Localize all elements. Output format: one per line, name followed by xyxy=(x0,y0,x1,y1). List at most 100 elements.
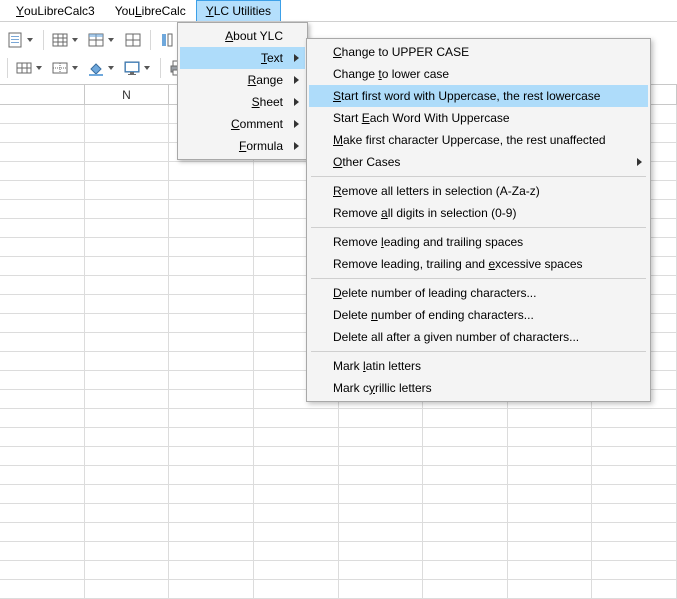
submenu-item[interactable]: Delete number of leading characters... xyxy=(309,282,648,304)
cell[interactable] xyxy=(169,485,254,504)
toolbar-fill-icon[interactable] xyxy=(85,56,119,80)
submenu-item[interactable]: Other Cases xyxy=(309,151,648,173)
cell[interactable] xyxy=(85,162,170,181)
cell[interactable] xyxy=(0,200,85,219)
cell[interactable] xyxy=(169,257,254,276)
cell[interactable] xyxy=(254,466,339,485)
cell[interactable] xyxy=(339,485,424,504)
cell[interactable] xyxy=(423,542,508,561)
cell[interactable] xyxy=(0,523,85,542)
cell[interactable] xyxy=(254,542,339,561)
menu-item[interactable]: Range xyxy=(180,69,305,91)
cell[interactable] xyxy=(339,542,424,561)
cell[interactable] xyxy=(254,447,339,466)
cell[interactable] xyxy=(85,333,170,352)
cell[interactable] xyxy=(85,447,170,466)
cell[interactable] xyxy=(169,466,254,485)
toolbar-table-icon[interactable] xyxy=(13,56,47,80)
cell[interactable] xyxy=(339,580,424,599)
cell[interactable] xyxy=(85,124,170,143)
cell[interactable] xyxy=(592,504,677,523)
cell[interactable] xyxy=(0,466,85,485)
cell[interactable] xyxy=(0,181,85,200)
cell[interactable] xyxy=(85,219,170,238)
cell[interactable] xyxy=(592,428,677,447)
cell[interactable] xyxy=(169,390,254,409)
cell[interactable] xyxy=(85,428,170,447)
cell[interactable] xyxy=(0,352,85,371)
menu-item[interactable]: About YLC xyxy=(180,25,305,47)
cell[interactable] xyxy=(508,428,593,447)
cell[interactable] xyxy=(85,523,170,542)
cell[interactable] xyxy=(169,428,254,447)
cell[interactable] xyxy=(423,485,508,504)
cell[interactable] xyxy=(85,485,170,504)
cell[interactable] xyxy=(0,238,85,257)
submenu-item[interactable]: Remove leading, trailing and excessive s… xyxy=(309,253,648,275)
cell[interactable] xyxy=(339,409,424,428)
cell[interactable] xyxy=(423,466,508,485)
menu-item[interactable]: Formula xyxy=(180,135,305,157)
cell[interactable] xyxy=(169,181,254,200)
toolbar-borders-icon[interactable] xyxy=(49,56,83,80)
cell[interactable] xyxy=(169,276,254,295)
cell[interactable] xyxy=(339,561,424,580)
menubar-item[interactable]: YouLibreCalc xyxy=(105,0,196,21)
cell[interactable] xyxy=(169,371,254,390)
cell[interactable] xyxy=(0,162,85,181)
submenu-item[interactable]: Delete number of ending characters... xyxy=(309,304,648,326)
cell[interactable] xyxy=(85,352,170,371)
cell[interactable] xyxy=(508,485,593,504)
cell[interactable] xyxy=(169,200,254,219)
cell[interactable] xyxy=(592,561,677,580)
cell[interactable] xyxy=(0,447,85,466)
cell[interactable] xyxy=(423,504,508,523)
toolbar-grid-icon[interactable] xyxy=(49,28,83,52)
toolbar-grid3-icon[interactable] xyxy=(121,28,145,52)
cell[interactable] xyxy=(169,314,254,333)
cell[interactable] xyxy=(0,542,85,561)
cell[interactable] xyxy=(169,504,254,523)
cell[interactable] xyxy=(0,504,85,523)
cell[interactable] xyxy=(423,561,508,580)
cell[interactable] xyxy=(85,314,170,333)
cell[interactable] xyxy=(85,466,170,485)
cell[interactable] xyxy=(85,580,170,599)
cell[interactable] xyxy=(0,124,85,143)
submenu-item[interactable]: Start Each Word With Uppercase xyxy=(309,107,648,129)
cell[interactable] xyxy=(169,542,254,561)
cell[interactable] xyxy=(254,561,339,580)
cell[interactable] xyxy=(592,580,677,599)
cell[interactable] xyxy=(169,561,254,580)
cell[interactable] xyxy=(85,295,170,314)
cell[interactable] xyxy=(423,409,508,428)
cell[interactable] xyxy=(592,466,677,485)
cell[interactable] xyxy=(0,295,85,314)
cell[interactable] xyxy=(508,561,593,580)
cell[interactable] xyxy=(169,333,254,352)
cell[interactable] xyxy=(254,485,339,504)
cell[interactable] xyxy=(85,105,170,124)
submenu-item[interactable]: Change to lower case xyxy=(309,63,648,85)
toolbar-grid2-icon[interactable] xyxy=(85,28,119,52)
cell[interactable] xyxy=(0,428,85,447)
submenu-item[interactable]: Change to UPPER CASE xyxy=(309,41,648,63)
submenu-item[interactable]: Mark latin letters xyxy=(309,355,648,377)
cell[interactable] xyxy=(0,409,85,428)
submenu-item[interactable]: Remove all digits in selection (0-9) xyxy=(309,202,648,224)
toolbar-monitor-icon[interactable] xyxy=(121,56,155,80)
column-header[interactable]: N xyxy=(85,85,170,104)
cell[interactable] xyxy=(85,257,170,276)
cell[interactable] xyxy=(85,390,170,409)
cell[interactable] xyxy=(85,181,170,200)
cell[interactable] xyxy=(85,371,170,390)
cell[interactable] xyxy=(254,580,339,599)
cell[interactable] xyxy=(423,447,508,466)
cell[interactable] xyxy=(0,143,85,162)
cell[interactable] xyxy=(169,580,254,599)
cell[interactable] xyxy=(339,428,424,447)
cell[interactable] xyxy=(169,295,254,314)
cell[interactable] xyxy=(592,409,677,428)
cell[interactable] xyxy=(339,447,424,466)
cell[interactable] xyxy=(0,314,85,333)
